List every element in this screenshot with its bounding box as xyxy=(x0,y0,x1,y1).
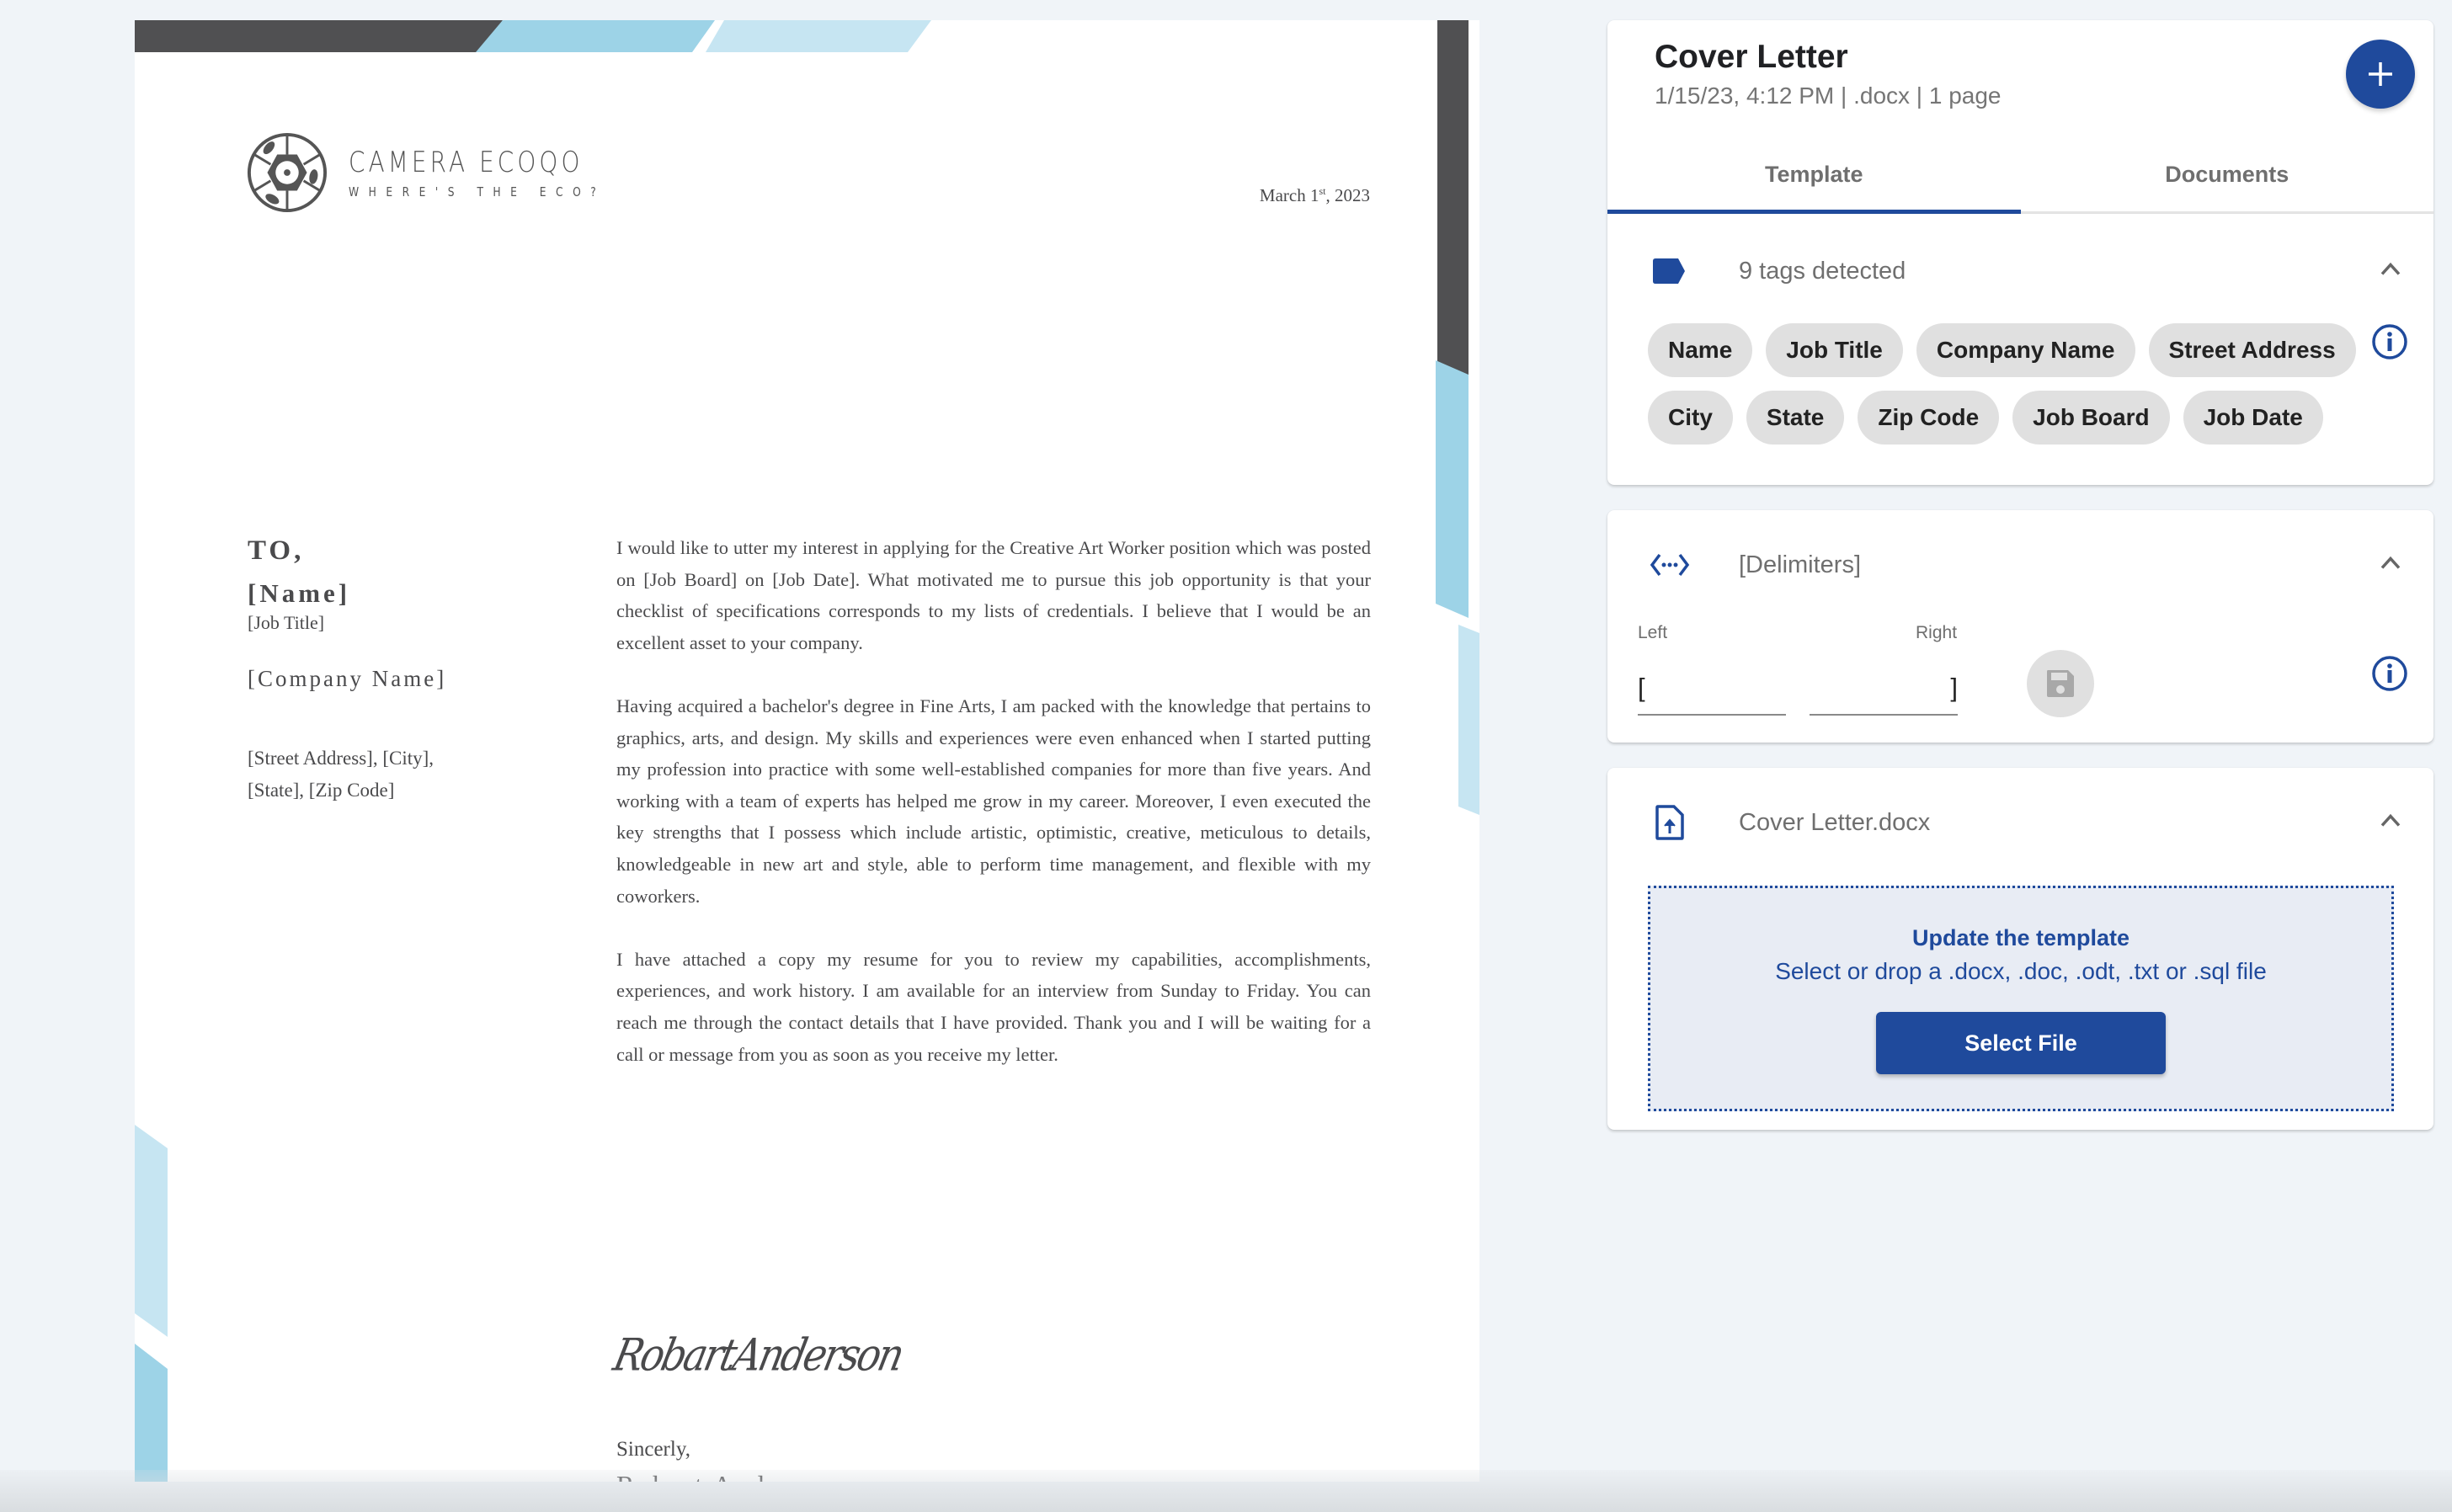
save-icon xyxy=(2047,670,2074,697)
paragraph: I would like to utter my interest in app… xyxy=(616,537,1371,653)
file-dropzone[interactable]: Update the template Select or drop a .do… xyxy=(1648,886,2394,1111)
pale-blue-band xyxy=(706,20,931,52)
paragraph: I have attached a copy my resume for you… xyxy=(616,948,1371,1065)
left-delimiter-input[interactable] xyxy=(1638,662,1786,716)
address-line-1: [Street Address], [City], xyxy=(248,748,434,769)
tag-chip[interactable]: Job Title xyxy=(1766,323,1903,377)
plus-icon xyxy=(2369,62,2392,86)
date-suffix: st xyxy=(1319,185,1326,197)
template-panel: Cover Letter 1/15/23, 4:12 PM | .docx | … xyxy=(1607,20,2433,1130)
blue-band xyxy=(476,20,715,52)
left-delimiter-label: Left xyxy=(1638,623,1668,642)
company-logo: CAMERA ECOQO WHERE'S THE ECO? xyxy=(246,131,662,214)
recipient-company: [Company Name] xyxy=(248,666,447,691)
blue-vertical-band xyxy=(1436,360,1469,618)
tag-chip[interactable]: Name xyxy=(1648,323,1753,377)
letter-body: I would like to utter my interest in app… xyxy=(616,532,1371,1102)
document-meta: 1/15/23, 4:12 PM | .docx | 1 page xyxy=(1655,83,2002,109)
chevron-up-icon[interactable] xyxy=(2380,813,2401,833)
letter-page: CAMERA ECOQO WHERE'S THE ECO? March 1st,… xyxy=(135,20,1479,1482)
file-upload-icon xyxy=(1650,805,1690,840)
closing: Sincerly, xyxy=(616,1438,690,1461)
date-day: March 1 xyxy=(1259,185,1319,205)
code-dots-icon xyxy=(1650,552,1690,578)
tag-chip[interactable]: Street Address xyxy=(2148,323,2356,377)
delimiters-info-icon[interactable] xyxy=(2371,655,2408,696)
handwritten-signature: RobartAnderson xyxy=(609,1328,907,1382)
right-delimiter-input[interactable] xyxy=(1810,662,1958,716)
blue-corner-band xyxy=(135,1344,168,1482)
dropzone-subtitle: Select or drop a .docx, .doc, .odt, .txt… xyxy=(1775,958,2267,984)
tag-chip[interactable]: City xyxy=(1648,391,1733,445)
label-icon xyxy=(1650,258,1690,284)
add-button[interactable] xyxy=(2346,40,2415,109)
delimiters-header[interactable]: [Delimiters] xyxy=(1650,510,2433,620)
tags-section: 9 tags detected Name Job Title Company N… xyxy=(1607,214,2433,485)
logo-name: CAMERA ECOQO xyxy=(349,146,584,179)
paragraph: Having acquired a bachelor's degree in F… xyxy=(616,695,1371,907)
document-title: Cover Letter xyxy=(1655,39,1848,75)
tag-chip[interactable]: Zip Code xyxy=(1858,391,2000,445)
chevron-up-icon[interactable] xyxy=(2380,556,2401,575)
tags-count: 9 tags detected xyxy=(1739,257,1906,285)
tag-chip[interactable]: State xyxy=(1746,391,1845,445)
delimiters-section: [Delimiters] Left Right xyxy=(1607,510,2433,743)
address-line-2: [State], [Zip Code] xyxy=(248,780,395,801)
recipient-job-title: [Job Title] xyxy=(248,612,325,633)
right-decoration xyxy=(1429,20,1479,862)
tag-chip[interactable]: Job Date xyxy=(2183,391,2323,445)
tags-info-icon[interactable] xyxy=(2371,323,2408,365)
recipient-block: TO, [Name] [Job Title] [Company Name] [S… xyxy=(248,535,446,807)
logo-tagline: WHERE'S THE ECO? xyxy=(349,184,606,200)
panel-header: Cover Letter 1/15/23, 4:12 PM | .docx | … xyxy=(1607,20,2433,214)
tag-chips: Name Job Title Company Name Street Addre… xyxy=(1648,323,2372,445)
delimiters-title: [Delimiters] xyxy=(1739,551,1862,578)
date-year: , 2023 xyxy=(1325,185,1371,205)
tags-header[interactable]: 9 tags detected xyxy=(1650,229,2433,313)
pale-vertical-band xyxy=(1458,625,1479,815)
dropzone-title: Update the template xyxy=(1911,925,2130,950)
bottom-shade xyxy=(0,1470,2452,1512)
top-decoration xyxy=(135,20,977,54)
to-label: TO, xyxy=(248,535,305,566)
chevron-up-icon[interactable] xyxy=(2380,262,2401,281)
right-delimiter-label: Right xyxy=(1916,623,1958,642)
template-file-section: Cover Letter.docx Update the template Se… xyxy=(1607,768,2433,1130)
letter-date: March 1st, 2023 xyxy=(1260,185,1370,206)
tab-bar: Template Documents xyxy=(1607,138,2433,214)
pale-corner-band xyxy=(135,1125,168,1337)
template-file-name: Cover Letter.docx xyxy=(1739,808,1931,836)
recipient-name: [Name] xyxy=(248,578,351,608)
file-header[interactable]: Cover Letter.docx xyxy=(1650,768,2433,877)
recipient-address: [Street Address], [City], [State], [Zip … xyxy=(248,743,446,807)
save-delimiters-button[interactable] xyxy=(2027,650,2094,717)
camera-aperture-icon xyxy=(247,132,328,213)
bottom-left-decoration xyxy=(135,1125,177,1482)
select-file-button[interactable]: Select File xyxy=(1876,1012,2166,1074)
dark-vertical-band xyxy=(1437,20,1469,384)
tab-template[interactable]: Template xyxy=(1607,138,2021,214)
tab-documents[interactable]: Documents xyxy=(2021,138,2434,211)
tag-chip[interactable]: Company Name xyxy=(1916,323,2135,377)
tag-chip[interactable]: Job Board xyxy=(2012,391,2170,445)
dark-band xyxy=(135,20,503,52)
